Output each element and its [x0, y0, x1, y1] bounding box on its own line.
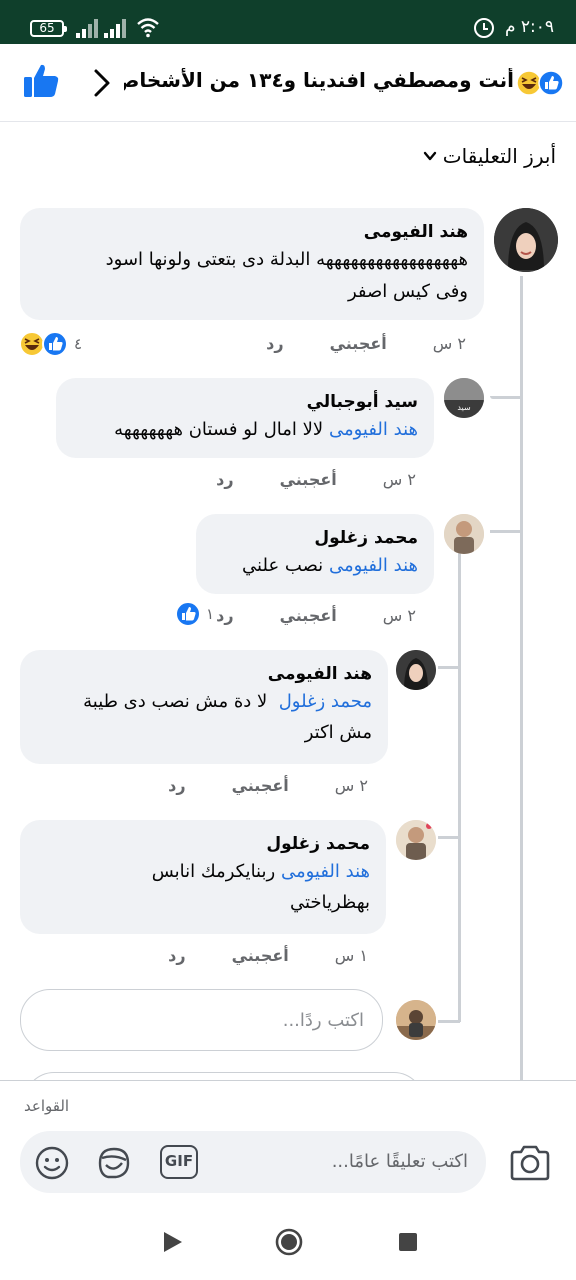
comment-actions: ٢ س أعجبني رد: [216, 606, 416, 625]
camera-icon[interactable]: [508, 1143, 552, 1183]
comment-text: وفى كيس اصفر: [347, 281, 468, 302]
comment-actions: ١ س أعجبني رد: [168, 946, 368, 965]
status-bar: 65 ٢:٠٩ م: [0, 0, 576, 44]
current-user-avatar: [396, 1000, 436, 1040]
avatar[interactable]: [444, 514, 484, 554]
reaction-icons: [516, 70, 564, 96]
comment-composer: القواعد GIF اكتب تعليقًا عامًا...: [0, 1080, 576, 1204]
reply-bubble[interactable]: محمد زغلول هند الفيومى ربنايكرمك انابس ب…: [20, 820, 386, 934]
reply-action[interactable]: رد: [216, 606, 233, 625]
thread-line-sub: [458, 552, 461, 1022]
thread-branch: [490, 530, 522, 533]
system-nav-bar: [0, 1204, 576, 1280]
comment-author[interactable]: محمد زغلول: [36, 832, 370, 856]
comment-author[interactable]: سيد أبوجبالي: [72, 390, 418, 414]
recents-square-icon[interactable]: [394, 1228, 422, 1256]
comment-time: ١ س: [334, 946, 368, 965]
back-triangle-icon[interactable]: [158, 1228, 186, 1256]
signal-icon-2: [104, 18, 130, 38]
avatar[interactable]: [396, 820, 436, 860]
reply-placeholder: اكتب ردًا...: [282, 1009, 364, 1031]
sort-label: أبرز التعليقات: [442, 144, 556, 168]
like-icon: [42, 331, 68, 357]
reaction-summary[interactable]: ١: [174, 600, 214, 628]
reaction-count: ٤: [74, 335, 83, 353]
like-action[interactable]: أعجبني: [232, 776, 289, 795]
thread-branch: [438, 666, 460, 669]
comment-time: ٢ س: [382, 470, 416, 489]
like-icon: [538, 70, 564, 96]
comment-time: ٢ س: [334, 776, 368, 795]
comment-text: مش اكتر: [304, 722, 372, 743]
reaction-summary[interactable]: ٤: [18, 330, 82, 358]
comment-actions: ٢ س أعجبني رد: [216, 470, 416, 489]
comment-author[interactable]: محمد زغلول: [212, 526, 418, 550]
signal-icon: [76, 18, 102, 38]
comment-text: نصب علني: [242, 555, 324, 576]
svg-text:سيد: سيد: [457, 403, 471, 412]
sort-dropdown[interactable]: أبرز التعليقات: [423, 144, 556, 168]
reply-bubble[interactable]: هند الفيومى محمد زغلول لا دة مش نصب دى ط…: [20, 650, 388, 764]
comment-author[interactable]: هند الفيومى: [36, 220, 468, 244]
haha-icon: [516, 70, 542, 96]
reply-action[interactable]: رد: [168, 776, 185, 795]
thread-branch: [438, 836, 460, 839]
comment-time: ٢ س: [432, 334, 466, 353]
comment-text: بهظرياختي: [289, 892, 370, 913]
comments-sheet: أنت ومصطفي افندينا و١٣٤ من الأشخاص ا... …: [0, 44, 576, 1204]
header: أنت ومصطفي افندينا و١٣٤ من الأشخاص ا...: [0, 44, 576, 122]
reply-action[interactable]: رد: [216, 470, 233, 489]
thumbs-up-icon[interactable]: [22, 62, 60, 100]
comment-text: ربنايكرمك انابس: [151, 861, 276, 882]
haha-icon: [19, 331, 45, 357]
gif-button[interactable]: GIF: [160, 1145, 198, 1179]
battery-level: 65: [39, 21, 55, 35]
comment-text: هههههههههههههههههه البدلة دى بتعتى ولونه…: [105, 249, 468, 270]
mention-link[interactable]: هند الفيومى: [329, 555, 418, 576]
comment-input[interactable]: GIF اكتب تعليقًا عامًا...: [20, 1131, 486, 1193]
sticker-icon[interactable]: [96, 1145, 132, 1181]
home-circle-icon[interactable]: [275, 1228, 303, 1256]
like-action[interactable]: أعجبني: [280, 470, 337, 489]
chevron-down-icon: [423, 151, 436, 161]
reply-input[interactable]: اكتب ردًا...: [20, 989, 383, 1051]
like-action[interactable]: أعجبني: [330, 334, 387, 353]
gif-label: GIF: [164, 1152, 194, 1170]
reactions-title[interactable]: أنت ومصطفي افندينا و١٣٤ من الأشخاص ا...: [124, 68, 514, 92]
avatar[interactable]: [494, 208, 558, 272]
emoji-icon[interactable]: [34, 1145, 70, 1181]
thread-branch: [438, 1020, 460, 1023]
comment-placeholder: اكتب تعليقًا عامًا...: [331, 1151, 468, 1172]
clock: ٢:٠٩ م: [504, 17, 554, 37]
comment-text: لالا امال لو فستان هههههههه: [114, 419, 324, 440]
like-action[interactable]: أعجبني: [232, 946, 289, 965]
reply-bubble[interactable]: محمد زغلول هند الفيومى نصب علني: [196, 514, 434, 594]
comment-actions: ٢ س أعجبني رد: [168, 776, 368, 795]
thread-line-main: [520, 276, 523, 1124]
chevron-right-icon[interactable]: [88, 66, 116, 100]
mention-link[interactable]: هند الفيومى: [281, 861, 370, 882]
comment-time: ٢ س: [382, 606, 416, 625]
comment-text: لا دة مش نصب دى طيبة: [83, 691, 268, 712]
mention-link[interactable]: هند الفيومى: [329, 419, 418, 440]
comment-author[interactable]: هند الفيومى: [36, 662, 372, 686]
reply-action[interactable]: رد: [168, 946, 185, 965]
avatar[interactable]: سيد: [444, 378, 484, 418]
like-icon: [175, 601, 201, 627]
reaction-icons: [19, 331, 68, 357]
reply-action[interactable]: رد: [266, 334, 283, 353]
comment-actions: ٢ س أعجبني رد: [266, 334, 466, 353]
reaction-count: ١: [206, 605, 215, 623]
thread-branch: [490, 396, 522, 399]
like-action[interactable]: أعجبني: [280, 606, 337, 625]
comment-bubble[interactable]: هند الفيومى هههههههههههههههههه البدلة دى…: [20, 208, 484, 320]
reply-bubble[interactable]: سيد أبوجبالي هند الفيومى لالا امال لو فس…: [56, 378, 434, 458]
alarm-icon: [474, 18, 494, 38]
wifi-icon: [137, 18, 159, 38]
battery-icon: 65: [30, 20, 67, 37]
mention-link[interactable]: محمد زغلول: [279, 691, 372, 712]
avatar[interactable]: [396, 650, 436, 690]
rules-link[interactable]: القواعد: [24, 1097, 69, 1115]
